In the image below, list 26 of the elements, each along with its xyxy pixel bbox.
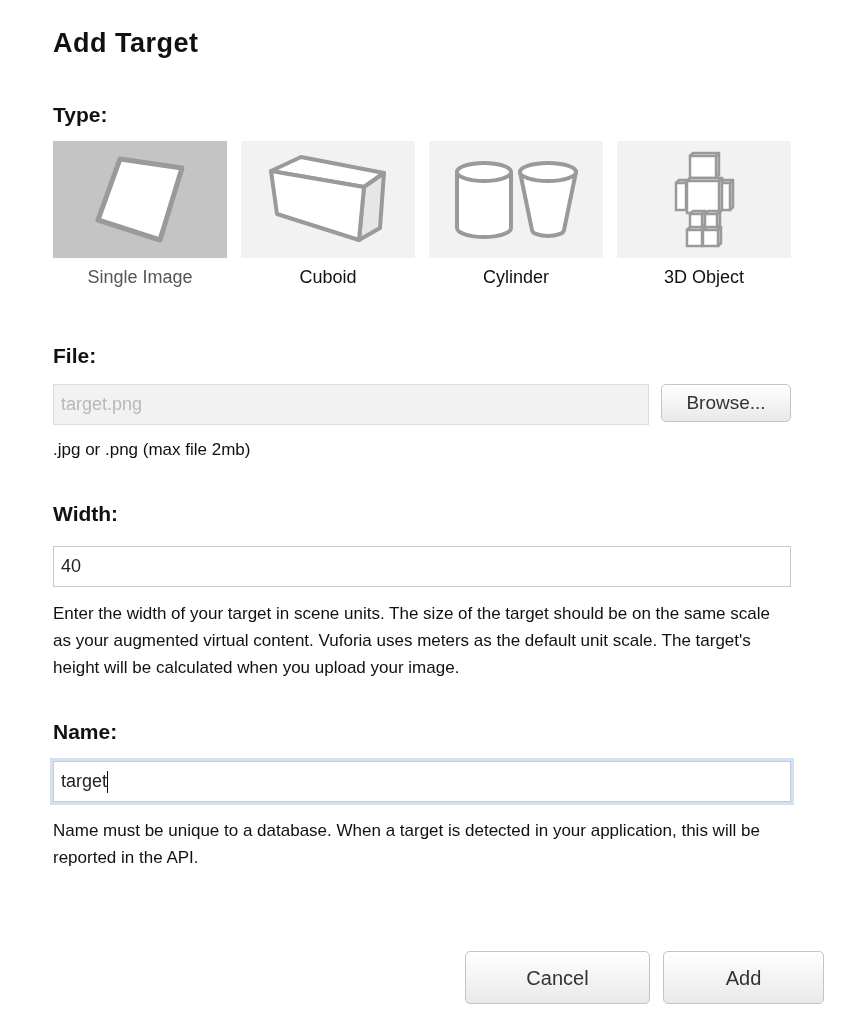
target-type-label: Single Image bbox=[86, 266, 194, 288]
file-hint: .jpg or .png (max file 2mb) bbox=[53, 439, 252, 461]
width-help-text: Enter the width of your target in scene units. The size of the target should be on the same scale as your augmented virtual content. Vuforia uses meters as the default unit scale. The target's height will be calculated when you upload your image. bbox=[53, 603, 771, 679]
target-type-tile[interactable] bbox=[617, 141, 791, 258]
target-type-tile[interactable] bbox=[429, 141, 603, 258]
blocky-robot-icon bbox=[672, 149, 736, 250]
cylinder-and-cup-icon bbox=[454, 159, 578, 240]
add-button[interactable]: Add bbox=[663, 951, 824, 1004]
name-label: Name: bbox=[53, 719, 119, 745]
name-field[interactable]: target bbox=[53, 761, 791, 802]
browse-button[interactable]: Browse... bbox=[661, 384, 791, 422]
cuboid-icon bbox=[267, 154, 389, 245]
text-cursor-icon bbox=[107, 770, 109, 793]
target-type-tile[interactable] bbox=[53, 141, 227, 258]
target-type-label: Cylinder bbox=[482, 266, 550, 288]
dialog-title: Add Target bbox=[53, 27, 200, 59]
target-type-label: 3D Object bbox=[662, 266, 745, 288]
file-label: File: bbox=[53, 343, 98, 369]
width-label: Width: bbox=[53, 501, 120, 527]
flat-card-icon bbox=[95, 155, 185, 244]
name-help-text: Name must be unique to a database. When a target is detected in your application, this will be reported in the API. bbox=[53, 820, 761, 869]
cancel-button[interactable]: Cancel bbox=[465, 951, 650, 1004]
width-field[interactable]: 40 bbox=[53, 546, 791, 587]
target-type-tile[interactable] bbox=[241, 141, 415, 258]
target-type-label: Cuboid bbox=[298, 266, 358, 288]
type-label: Type: bbox=[53, 102, 109, 128]
